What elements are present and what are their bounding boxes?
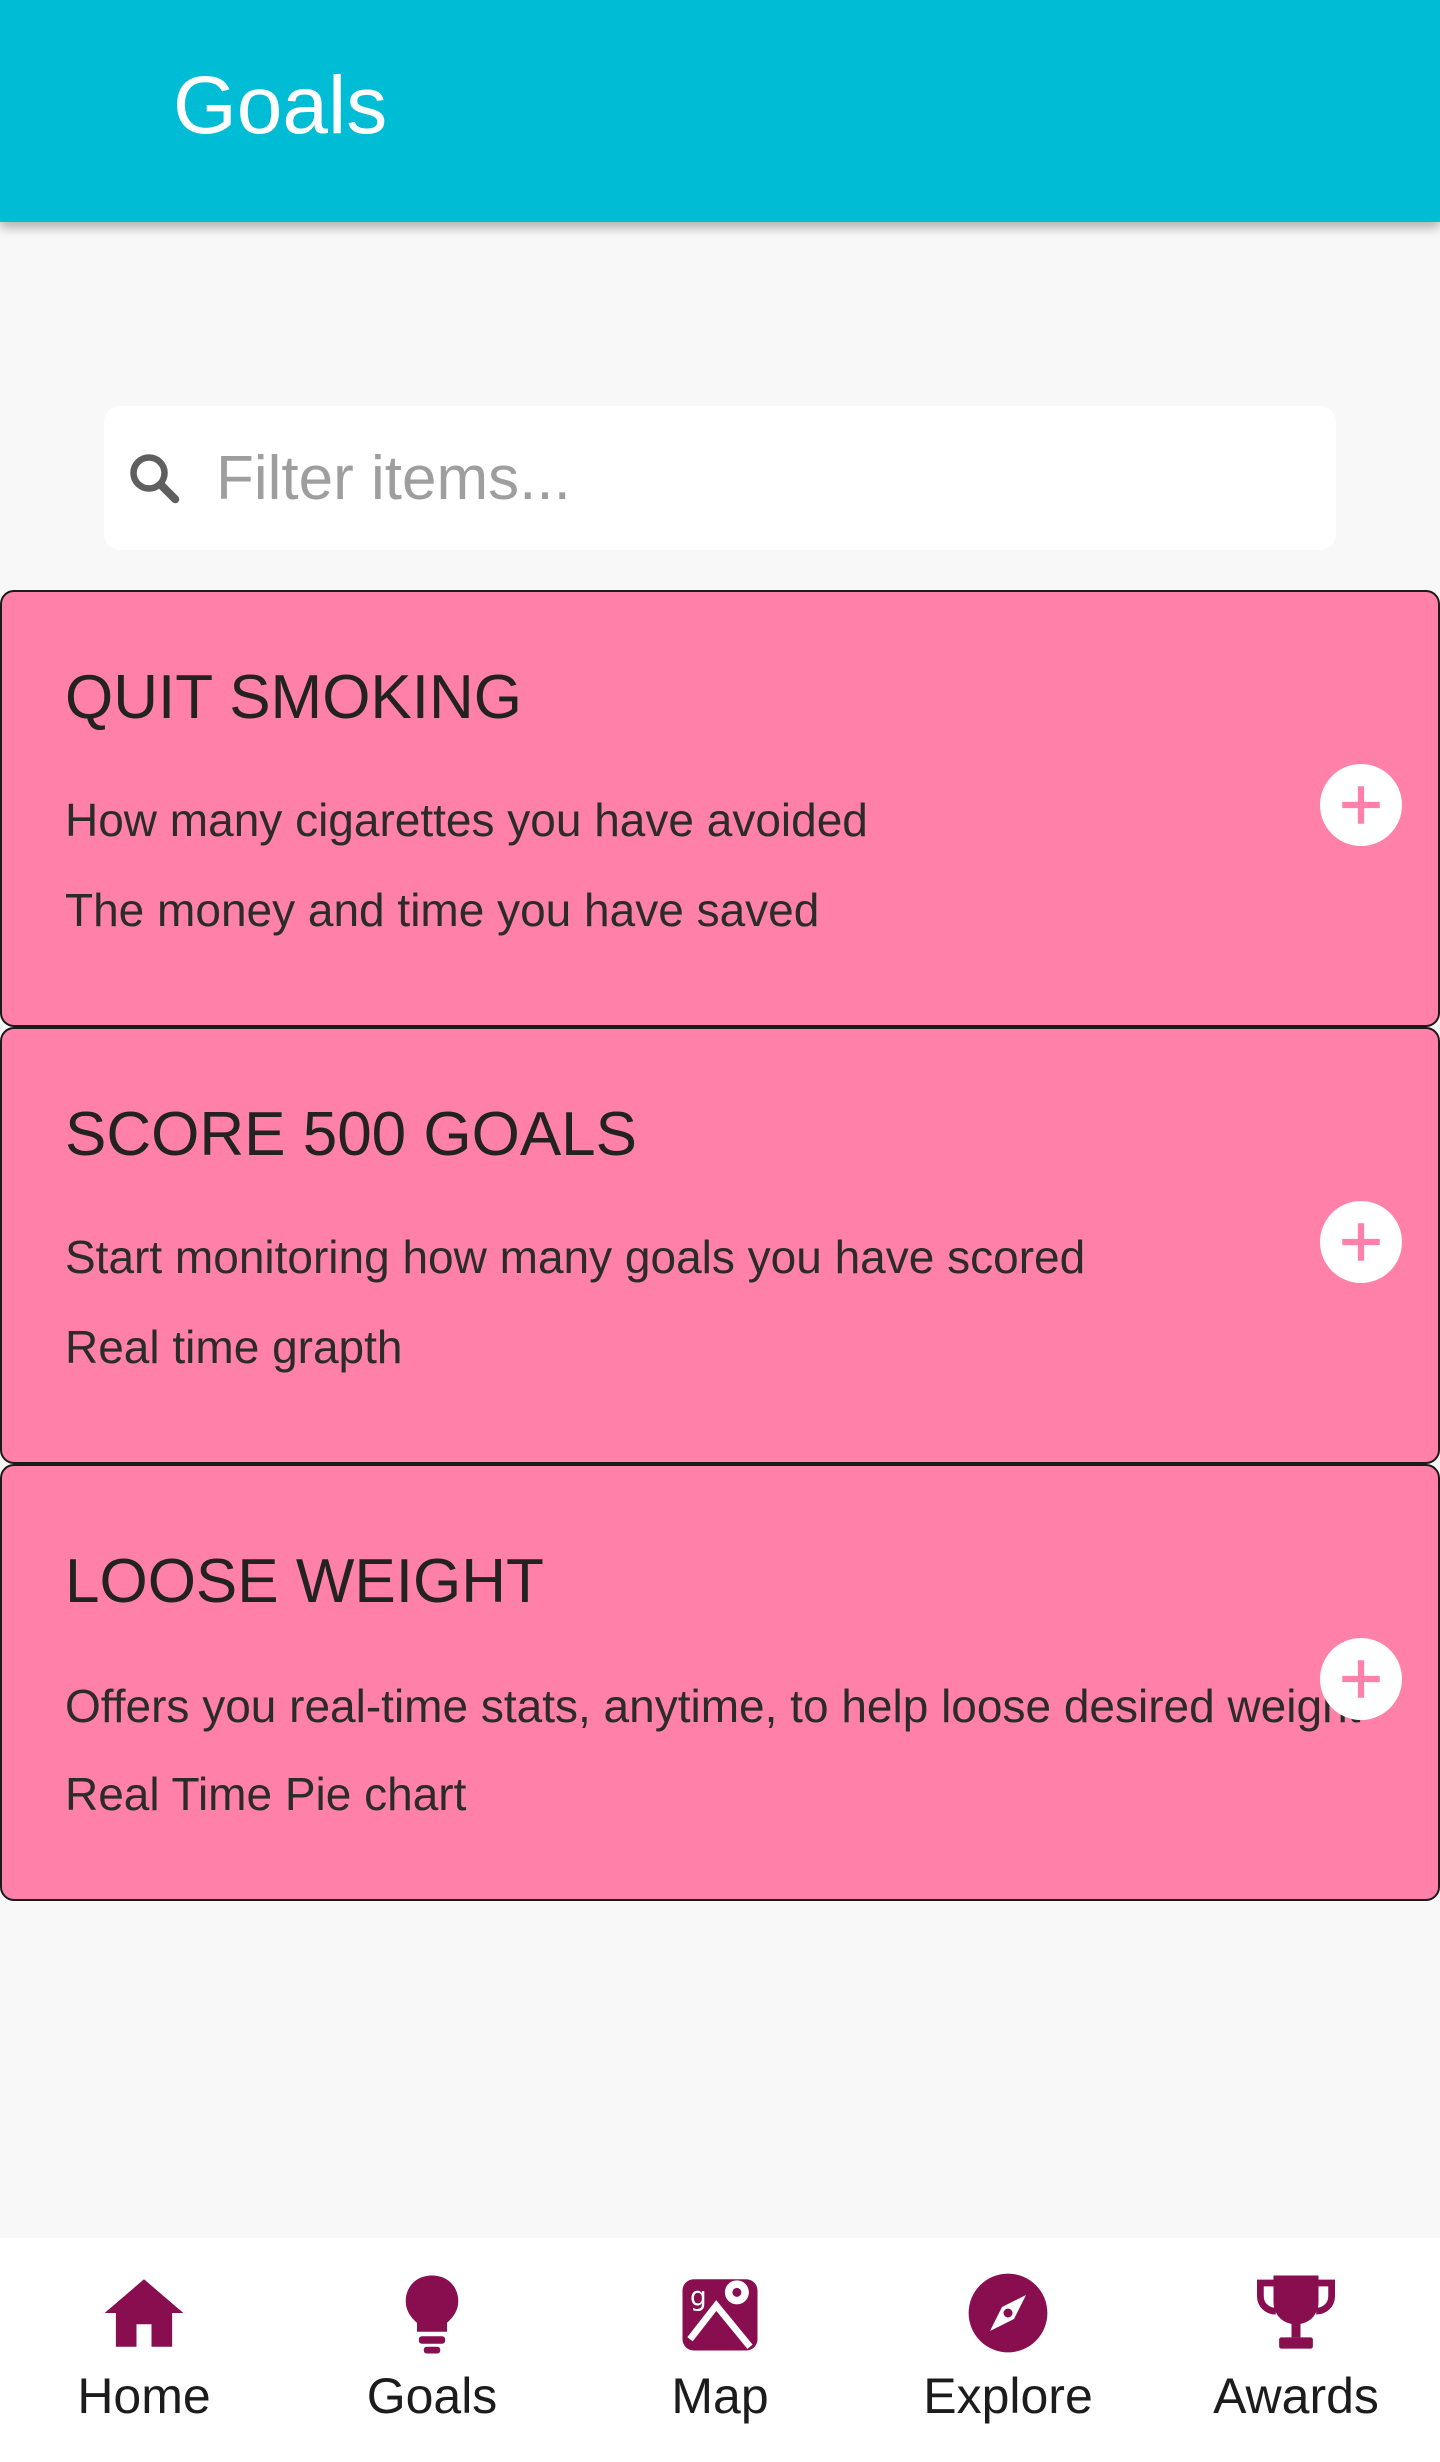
add-goal-button[interactable] [1320, 1638, 1402, 1720]
goal-title: LOOSE WEIGHT [65, 1547, 544, 1616]
nav-item-explore[interactable]: Explore [864, 2238, 1152, 2462]
search-input[interactable] [216, 442, 1276, 514]
goal-detail: Real Time Pie chart [65, 1768, 467, 1820]
search-icon [130, 454, 180, 504]
lightbulb-icon [405, 2275, 459, 2354]
compass-icon [968, 2273, 1048, 2353]
goal-title: QUIT SMOKING [65, 663, 523, 732]
map-icon: g [682, 2279, 758, 2351]
nav-item-map[interactable]: g Map [576, 2238, 864, 2462]
nav-label: Awards [1213, 2368, 1379, 2424]
nav-label: Map [671, 2368, 769, 2424]
plus-icon [1342, 1660, 1380, 1698]
search-bar[interactable] [104, 406, 1336, 550]
bottom-navigation: Home Goals g Map Explore Awards [0, 2238, 1440, 2462]
nav-item-awards[interactable]: Awards [1152, 2238, 1440, 2462]
goal-description: How many cigarettes you have avoided [65, 794, 868, 846]
goal-detail: The money and time you have saved [65, 884, 820, 936]
goal-detail: Real time grapth [65, 1321, 403, 1373]
plus-icon [1342, 786, 1380, 824]
goal-description: Start monitoring how many goals you have… [65, 1231, 1086, 1283]
goal-title: SCORE 500 GOALS [65, 1100, 638, 1169]
goal-card-quit-smoking[interactable]: QUIT SMOKING How many cigarettes you hav… [0, 590, 1440, 1027]
nav-item-home[interactable]: Home [0, 2238, 288, 2462]
page-title: Goals [173, 60, 388, 151]
goal-description: Offers you real-time stats, anytime, to … [65, 1680, 1361, 1732]
goal-card-score-goals[interactable]: SCORE 500 GOALS Start monitoring how man… [0, 1027, 1440, 1464]
app-bar: Goals [0, 0, 1440, 222]
goal-card-loose-weight[interactable]: LOOSE WEIGHT Offers you real-time stats,… [0, 1464, 1440, 1901]
add-goal-button[interactable] [1320, 764, 1402, 846]
trophy-icon [1257, 2275, 1335, 2349]
plus-icon [1342, 1223, 1380, 1261]
add-goal-button[interactable] [1320, 1201, 1402, 1283]
nav-label: Home [77, 2368, 211, 2424]
nav-label: Goals [366, 2368, 498, 2424]
nav-label: Explore [923, 2368, 1093, 2424]
home-icon [104, 2279, 184, 2347]
nav-item-goals[interactable]: Goals [288, 2238, 576, 2462]
svg-text:g: g [690, 2283, 707, 2313]
